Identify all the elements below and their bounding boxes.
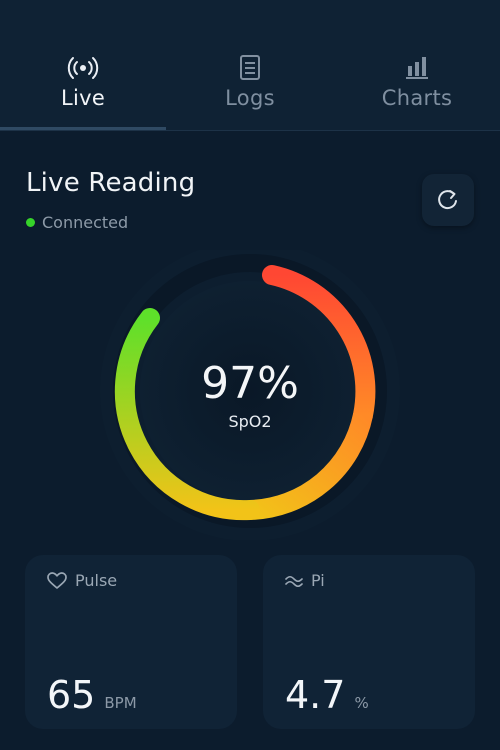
bar-chart-icon <box>406 57 428 79</box>
tab-logs-label: Logs <box>225 86 275 110</box>
refresh-icon <box>438 190 457 210</box>
app-screen: Live Logs Charts Live Reading Connected … <box>0 0 500 750</box>
pulse-value: 65 <box>47 673 96 717</box>
pi-unit: % <box>354 694 369 712</box>
connection-status: Connected <box>26 212 128 232</box>
pi-reading: 4.7 % <box>285 673 369 717</box>
broadcast-icon <box>67 57 99 79</box>
document-icon <box>240 55 260 80</box>
pulse-reading: 65 BPM <box>47 673 137 717</box>
pi-card-header: Pi <box>285 571 325 590</box>
pulse-card-header: Pulse <box>47 571 117 590</box>
spo2-value: 97% <box>201 358 299 409</box>
tab-charts-label: Charts <box>381 86 453 110</box>
status-dot <box>26 217 35 227</box>
pi-value: 4.7 <box>285 673 346 717</box>
tab-bar: Live Logs Charts <box>0 0 500 131</box>
tab-live-label: Live <box>60 86 106 110</box>
page-title: Live Reading <box>26 168 196 198</box>
tab-logs[interactable]: Logs <box>167 50 333 130</box>
spo2-label: SpO2 <box>228 412 272 431</box>
tab-charts[interactable]: Charts <box>334 50 500 130</box>
active-tab-indicator <box>0 127 166 130</box>
refresh-button[interactable] <box>422 174 474 226</box>
pulse-label: Pulse <box>75 571 118 590</box>
tab-live[interactable]: Live <box>0 50 166 130</box>
wave-icon <box>285 575 303 587</box>
status-text: Connected <box>42 212 129 232</box>
heart-icon <box>47 571 67 589</box>
pi-label: Pi <box>311 571 325 590</box>
pulse-card: Pulse 65 BPM <box>25 555 237 729</box>
pulse-unit: BPM <box>104 694 137 712</box>
pi-card: Pi 4.7 % <box>263 555 475 729</box>
